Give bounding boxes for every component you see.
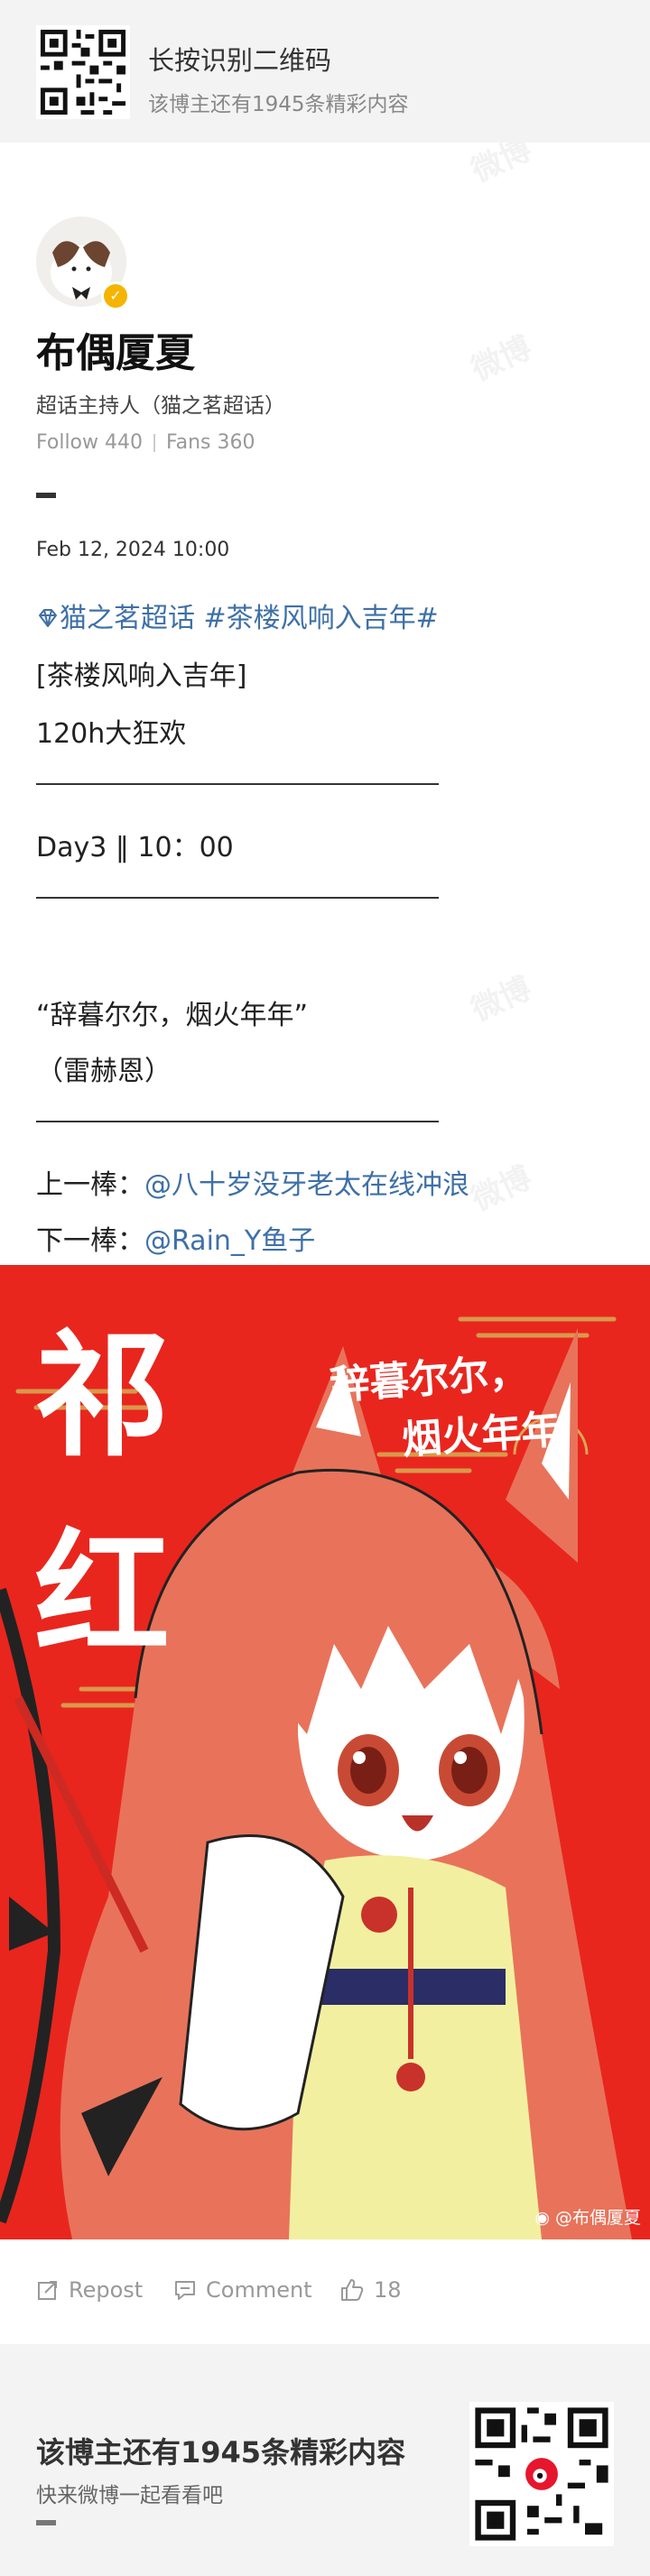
section-dash [36, 2520, 56, 2525]
bottom-banner-title: 该博主还有1945条精彩内容 [36, 2435, 406, 2470]
hashtag-link[interactable]: #茶楼风响入吉年# [204, 603, 439, 634]
supertopic-link[interactable]: 猫之茗超话 [36, 603, 204, 634]
follow-count[interactable]: Follow 440 [36, 431, 143, 454]
post-date: Feb 12, 2024 10:00 [36, 539, 230, 561]
repost-label: Repost [69, 2277, 144, 2303]
next-label: 下一棒： [36, 1225, 144, 1257]
weibo-logo-icon: ◉ [534, 2208, 550, 2228]
top-qr-banner[interactable]: 长按识别二维码 该博主还有1945条精彩内容 [0, 0, 650, 143]
post-line-bracket: [茶楼风响入吉年] [36, 660, 247, 692]
diamond-icon [39, 609, 57, 627]
weibo-watermark: 微博 [466, 329, 537, 389]
like-button[interactable]: 18 [339, 2277, 402, 2303]
image-big-text-2: 红 [34, 1515, 171, 1674]
post-line-event: 120h大狂欢 [36, 718, 187, 750]
weibo-watermark: 微博 [466, 1159, 537, 1219]
section-dash [36, 493, 56, 498]
banner-title: 长按识别二维码 [148, 45, 332, 76]
text-divider [36, 783, 439, 785]
comment-button[interactable]: Comment [173, 2277, 312, 2303]
banner-subtitle: 该博主还有1945条精彩内容 [148, 93, 409, 116]
weibo-watermark: 微博 [466, 970, 537, 1029]
fans-count[interactable]: Fans 360 [166, 431, 255, 454]
comment-label: Comment [206, 2277, 312, 2303]
image-watermark-text: @布偶厦夏 [554, 2208, 641, 2228]
image-watermark: ◉ @布偶厦夏 [534, 2204, 641, 2229]
bottom-qr-banner[interactable]: 该博主还有1945条精彩内容 快来微博一起看看吧 [0, 2344, 650, 2576]
like-count: 18 [374, 2277, 402, 2303]
prev-user-mention[interactable]: @八十岁没牙老太在线冲浪 [144, 1169, 469, 1201]
supertopic-label: 猫之茗超话 [60, 603, 195, 634]
post-line-day: Day3 ‖ 10：00 [36, 832, 234, 863]
text-divider [36, 1121, 439, 1122]
comment-icon [175, 2281, 195, 2300]
post-topics: 猫之茗超话 #茶楼风响入吉年# [36, 596, 439, 635]
next-relay: 下一棒：@Rain_Y鱼子 [36, 1218, 315, 1258]
repost-button[interactable]: Repost [36, 2277, 143, 2303]
image-big-text-1: 祁 [34, 1316, 171, 1475]
user-name[interactable]: 布偶厦夏 [36, 320, 195, 378]
prev-relay: 上一棒：@八十岁没牙老太在线冲浪 [36, 1162, 469, 1202]
text-divider [36, 897, 439, 899]
stats-divider [153, 434, 155, 452]
verified-badge-icon: ✓ [101, 282, 130, 310]
repost-icon [38, 2281, 57, 2300]
bottom-banner-subtitle: 快来微博一起看看吧 [36, 2484, 223, 2507]
post-image[interactable]: 祁 红 辞暮尔尔， 烟火年年 ◉ @布偶厦夏 [0, 1265, 650, 2239]
qr-code-icon [36, 25, 130, 119]
qr-code-icon [469, 2402, 614, 2546]
image-poem-line-2: 烟火年年 [400, 1406, 562, 1464]
prev-label: 上一棒： [36, 1169, 144, 1201]
user-stats: Follow 440 Fans 360 [36, 431, 255, 454]
thumbs-up-icon [341, 2279, 364, 2301]
post-line-quote: “辞暮尔尔，烟火年年” [36, 1000, 309, 1031]
post-line-name: （雷赫恩） [36, 1056, 172, 1087]
user-role: 超话主持人（猫之茗超话） [36, 394, 285, 418]
next-user-mention[interactable]: @Rain_Y鱼子 [144, 1225, 315, 1257]
